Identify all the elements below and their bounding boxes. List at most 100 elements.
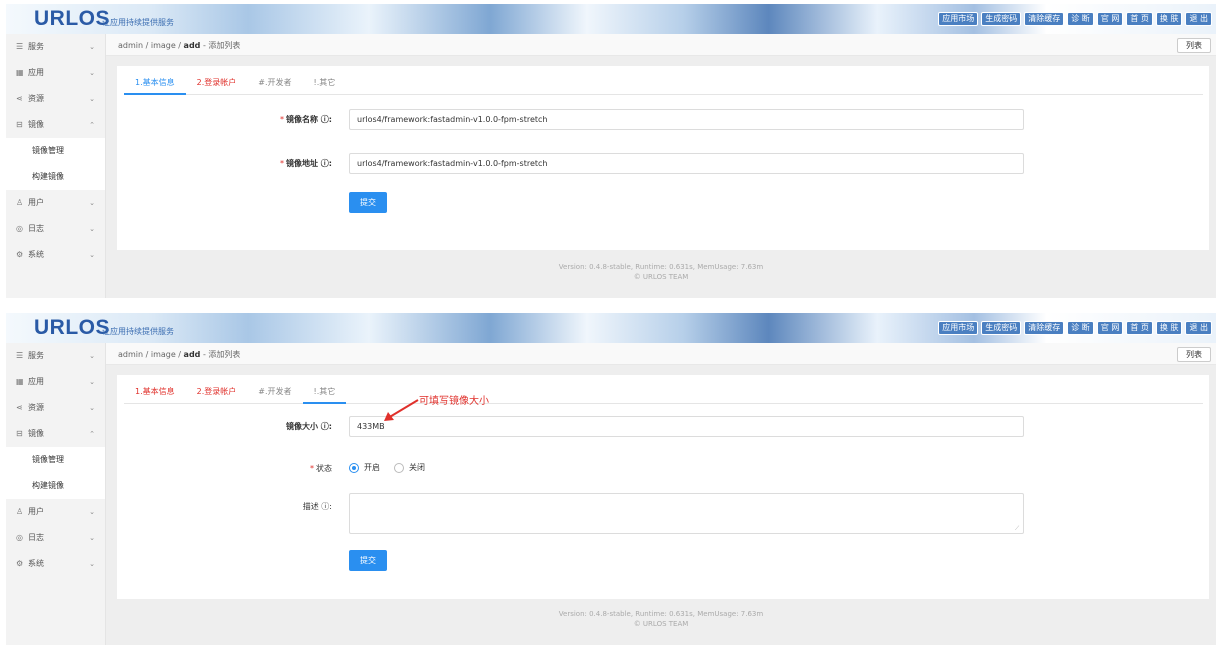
- share-icon: ⋖: [16, 403, 23, 412]
- nav-logout-button[interactable]: 退 出: [1185, 321, 1212, 335]
- settings-icon: ⚙: [16, 559, 24, 568]
- breadcrumb-path[interactable]: admin / image /: [118, 350, 184, 359]
- tab-other[interactable]: !.其它: [302, 381, 347, 404]
- nav-official-site-button[interactable]: 官 网: [1096, 12, 1124, 26]
- required-mark: *: [310, 464, 314, 473]
- nav-generate-password-button[interactable]: 生成密码: [981, 12, 1022, 26]
- top-nav: 应用市场 生成密码 清除缓存 诊 断 官 网 首 页 换 肤 退 出: [938, 12, 1212, 26]
- tab-developer[interactable]: #.开发者: [247, 381, 302, 404]
- disk-icon: ⊟: [16, 120, 23, 129]
- image-address-row: * 镜像地址 ⓘ: urlos4/framework:fastadmin-v1.0…: [117, 153, 1209, 174]
- chevron-down-icon: ⌄: [89, 225, 95, 233]
- chevron-down-icon: ⌄: [89, 404, 95, 412]
- sidebar-item-label: 应用: [28, 68, 44, 77]
- description-textarea[interactable]: [349, 493, 1024, 534]
- form-tabs: 1.基本信息 2.登录帐户 #.开发者 !.其它: [124, 381, 1203, 404]
- header-slogan: 让应用持续提供服务: [102, 18, 174, 27]
- tab-other[interactable]: !.其它: [303, 72, 347, 95]
- sidebar-item-users[interactable]: ♙ 用户 ⌄: [6, 190, 105, 216]
- nav-app-market-button[interactable]: 应用市场: [938, 321, 979, 335]
- breadcrumb: admin / image / add - 添加列表: [118, 40, 240, 51]
- nav-home-button[interactable]: 首 页: [1126, 12, 1153, 26]
- sidebar-item-service[interactable]: ☰ 服务 ⌄: [6, 343, 105, 369]
- breadcrumb-current: add: [183, 350, 201, 359]
- nav-skin-button[interactable]: 换 肤: [1155, 12, 1183, 26]
- list-button[interactable]: 列表: [1177, 347, 1211, 362]
- sidebar-item-users[interactable]: ♙ 用户 ⌄: [6, 499, 105, 525]
- sidebar-item-images[interactable]: ⊟ 镜像 ⌃: [6, 112, 105, 138]
- list-button[interactable]: 列表: [1177, 38, 1211, 53]
- sidebar-subitem-image-management[interactable]: 镜像管理: [6, 138, 105, 164]
- sidebar-item-system[interactable]: ⚙ 系统 ⌄: [6, 551, 105, 577]
- sidebar-item-label: 服务: [28, 42, 44, 51]
- nav-official-site-button[interactable]: 官 网: [1096, 321, 1124, 335]
- image-address-input[interactable]: urlos4/framework:fastadmin-v1.0.0-fpm-st…: [349, 153, 1024, 174]
- nav-clear-cache-button[interactable]: 清除缓存: [1024, 12, 1065, 26]
- footer: Version: 0.4.8-stable, Runtime: 0.631s, …: [106, 609, 1216, 629]
- nav-diagnose-button[interactable]: 诊 断: [1067, 321, 1094, 335]
- nav-clear-cache-button[interactable]: 清除缓存: [1024, 321, 1065, 335]
- description-row: 描述 ⓘ: ⟋: [117, 493, 1209, 534]
- chevron-down-icon: ⌄: [89, 43, 95, 51]
- server-icon: ☰: [16, 42, 24, 51]
- admin-window-other: URLOS 让应用持续提供服务 应用市场 生成密码 清除缓存 诊 断 官 网 首…: [6, 313, 1216, 645]
- sidebar-item-logs[interactable]: ◎ 日志 ⌄: [6, 216, 105, 242]
- image-name-input[interactable]: urlos4/framework:fastadmin-v1.0.0-fpm-st…: [349, 109, 1024, 130]
- resize-handle-icon[interactable]: ⟋: [1015, 525, 1019, 533]
- footer-version: Version: 0.4.8-stable, Runtime: 0.631s, …: [558, 263, 764, 271]
- sidebar: ☰ 服务 ⌄ ▦ 应用 ⌄ ⋖ 资源 ⌄ ⊟ 镜像 ⌃ 镜像管理 构建镜像 ♙ 用户 ⌄ ◎ 日志 ⌄ …: [6, 34, 106, 298]
- nav-app-market-button[interactable]: 应用市场: [938, 12, 979, 26]
- breadcrumb-path[interactable]: admin / image /: [118, 41, 184, 50]
- tab-login-account[interactable]: 2.登录帐户: [186, 381, 248, 404]
- submit-button[interactable]: 提交: [349, 192, 387, 213]
- form-tabs: 1.基本信息 2.登录帐户 #.开发者 !.其它: [124, 72, 1203, 95]
- nav-home-button[interactable]: 首 页: [1126, 321, 1153, 335]
- nav-logout-button[interactable]: 退 出: [1185, 12, 1212, 26]
- sidebar-item-logs[interactable]: ◎ 日志 ⌄: [6, 525, 105, 551]
- tab-basic-info[interactable]: 1.基本信息: [124, 72, 186, 95]
- required-mark: *: [280, 159, 285, 168]
- tab-basic-info[interactable]: 1.基本信息: [124, 381, 186, 404]
- status-on-label: 开启: [364, 463, 380, 472]
- nav-generate-password-button[interactable]: 生成密码: [981, 321, 1022, 335]
- sidebar-subitem-build-image[interactable]: 构建镜像: [6, 473, 105, 499]
- sidebar-item-label: 系统: [28, 559, 44, 568]
- required-mark: *: [280, 115, 285, 124]
- status-label: * 状态: [310, 464, 332, 473]
- submit-button[interactable]: 提交: [349, 550, 387, 571]
- sidebar-item-images[interactable]: ⊟ 镜像 ⌃: [6, 421, 105, 447]
- status-off-radio[interactable]: [394, 462, 404, 473]
- sidebar-item-label: 用户: [28, 198, 44, 207]
- sidebar-subitem-image-management[interactable]: 镜像管理: [6, 447, 105, 473]
- user-icon: ♙: [16, 198, 24, 207]
- sidebar-subitem-build-image[interactable]: 构建镜像: [6, 164, 105, 190]
- apps-icon: ▦: [16, 377, 24, 386]
- breadcrumb-current: add: [183, 41, 201, 50]
- sidebar-item-resources[interactable]: ⋖ 资源 ⌄: [6, 86, 105, 112]
- tab-developer[interactable]: #.开发者: [247, 72, 302, 95]
- sidebar-item-label: 镜像: [28, 120, 44, 129]
- chevron-down-icon: ⌄: [89, 95, 95, 103]
- chevron-up-icon: ⌃: [89, 430, 95, 438]
- sidebar-item-service[interactable]: ☰ 服务 ⌄: [6, 34, 105, 60]
- image-name-row: * 镜像名称 ⓘ: urlos4/framework:fastadmin-v1.0…: [117, 109, 1209, 130]
- sidebar-item-label: 应用: [28, 377, 44, 386]
- status-radio-group: 开启 关闭: [349, 462, 425, 473]
- annotation-arrow-icon: [384, 399, 419, 421]
- nav-diagnose-button[interactable]: 诊 断: [1067, 12, 1094, 26]
- nav-skin-button[interactable]: 换 肤: [1155, 321, 1183, 335]
- tab-login-account[interactable]: 2.登录帐户: [186, 72, 248, 95]
- chevron-down-icon: ⌄: [89, 199, 95, 207]
- image-address-label: * 镜像地址 ⓘ:: [280, 159, 332, 168]
- chevron-down-icon: ⌄: [89, 251, 95, 259]
- image-size-input[interactable]: 433MB: [349, 416, 1024, 437]
- sidebar-item-system[interactable]: ⚙ 系统 ⌄: [6, 242, 105, 268]
- chevron-down-icon: ⌄: [89, 378, 95, 386]
- eye-icon: ◎: [16, 533, 23, 542]
- urlos-logo[interactable]: URLOS: [34, 7, 110, 31]
- status-on-radio[interactable]: [349, 462, 359, 473]
- urlos-logo[interactable]: URLOS: [34, 316, 110, 340]
- sidebar-item-apps[interactable]: ▦ 应用 ⌄: [6, 60, 105, 86]
- sidebar-item-resources[interactable]: ⋖ 资源 ⌄: [6, 395, 105, 421]
- sidebar-item-apps[interactable]: ▦ 应用 ⌄: [6, 369, 105, 395]
